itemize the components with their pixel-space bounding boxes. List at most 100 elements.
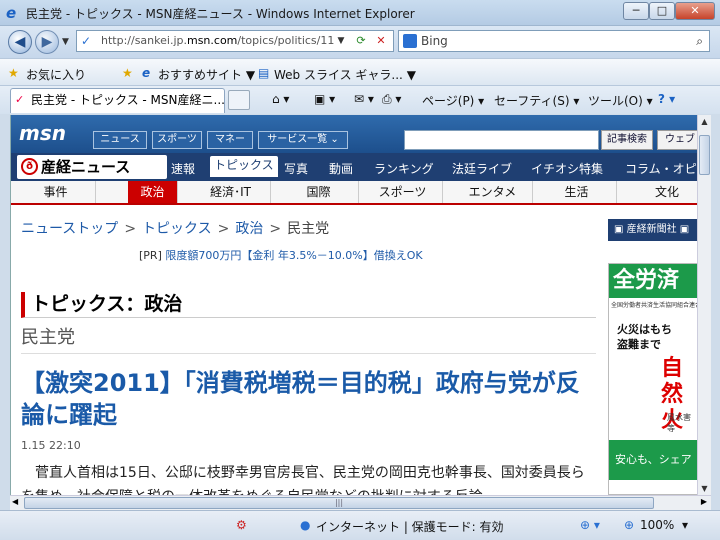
vertical-scroll-thumb[interactable] xyxy=(699,135,710,175)
msn-sports-button[interactable]: スポーツ xyxy=(152,131,202,149)
cat-economy[interactable]: 経済･IT xyxy=(191,181,271,203)
zoom-level[interactable]: 100% xyxy=(640,518,674,532)
msn-services-button[interactable]: サービス一覧 ⌄ xyxy=(258,131,348,149)
cat-politics[interactable]: 政治 xyxy=(128,181,178,203)
horizontal-scroll-thumb[interactable]: ||| xyxy=(24,497,654,509)
side-advertisement[interactable]: 全労済 全国労働者共済生活協同組合連合会 火災はもち盗難まで 自然火 風水害等 … xyxy=(608,263,697,495)
webslice-gallery-button[interactable]: Web スライス ギャラ... ▼ xyxy=(274,66,416,83)
forward-button[interactable]: ▶ xyxy=(35,30,59,54)
security-zone-text[interactable]: インターネット | 保護モード: 有効 xyxy=(316,518,504,535)
favorites-bar: ★ お気に入り ★ e おすすめサイト ▼ ▤ Web スライス ギャラ... … xyxy=(0,58,720,86)
back-button[interactable]: ◀ xyxy=(8,30,32,54)
article-search-button[interactable]: 記事検索 xyxy=(601,130,653,150)
history-dropdown-icon[interactable]: ▼ xyxy=(62,37,69,47)
pr-ad: [PR] 限度額700万円【金利 年3.5%－10.0%】借換えOK xyxy=(139,247,423,263)
scroll-down-icon[interactable]: ▼ xyxy=(698,484,711,493)
compat-icon[interactable]: ⊕ ▾ xyxy=(580,518,600,532)
nav-features[interactable]: イチオシ特集 xyxy=(531,160,603,177)
cat-entertainment[interactable]: エンタメ xyxy=(453,181,533,203)
breadcrumb-news-top[interactable]: ニューストップ xyxy=(21,221,118,237)
tab-label: 民主党 - トピックス - MSN産経ニ... xyxy=(31,93,225,107)
search-box[interactable]: Bing ⌕ xyxy=(398,30,710,52)
title-bar: e 民主党 - トピックス - MSN産経ニュース - Windows Inte… xyxy=(0,0,720,26)
ad-subtitle: 全国労働者共済生活協同組合連合会 xyxy=(611,302,697,309)
mail-button[interactable]: ✉ ▾ xyxy=(354,92,374,106)
sankei-company-link[interactable]: ▣ 産経新聞社 ▣ xyxy=(608,219,697,241)
cat-culture[interactable]: 文化 xyxy=(627,181,697,203)
sankei-mark-icon: ð xyxy=(21,158,38,175)
scroll-up-icon[interactable]: ▲ xyxy=(698,117,711,126)
page-viewport: msn ニュース スポーツ マネー サービス一覧 ⌄ 記事検索 ウェブ ð 産経… xyxy=(10,115,697,495)
breadcrumb-politics[interactable]: 政治 xyxy=(235,221,263,237)
breadcrumb-sep: > xyxy=(269,221,282,237)
cat-crime[interactable]: 事件 xyxy=(16,181,96,203)
pr-tag: [PR] xyxy=(139,249,162,262)
home-button[interactable]: ⌂ ▾ xyxy=(272,92,289,106)
web-search-button[interactable]: ウェブ xyxy=(657,130,697,150)
breadcrumb-sep: > xyxy=(124,221,137,237)
refresh-button[interactable]: ⟳ xyxy=(352,30,370,52)
msn-money-button[interactable]: マネー xyxy=(207,131,253,149)
vertical-scrollbar[interactable]: ▲ ▼ xyxy=(697,115,711,495)
nav-ranking[interactable]: ランキング xyxy=(374,160,434,177)
breadcrumb-sep: > xyxy=(217,221,230,237)
section-title: トピックス：政治 xyxy=(21,292,596,318)
zoom-dropdown-icon[interactable]: ▾ xyxy=(682,518,688,532)
nav-video[interactable]: 動画 xyxy=(329,160,353,177)
ad-caption: 風水害等 xyxy=(667,413,691,433)
article-headline: 【激突2011】「消費税増税＝目的税」政府与党が反論に躍起 xyxy=(21,369,580,429)
internet-zone-icon: ● xyxy=(300,518,311,532)
scroll-right-icon[interactable]: ▶ xyxy=(701,497,707,506)
nav-column[interactable]: コラム・オピニ xyxy=(625,160,697,177)
url-prefix: http://sankei.jp. xyxy=(101,34,187,47)
pr-link[interactable]: 限度額700万円【金利 年3.5%－10.0%】借換えOK xyxy=(165,249,422,262)
msn-logo[interactable]: msn xyxy=(19,121,66,145)
breadcrumb-topics[interactable]: トピックス xyxy=(142,221,212,237)
stop-button[interactable]: ✕ xyxy=(372,30,390,52)
breadcrumb-current: 民主党 xyxy=(287,221,330,237)
msn-news-button[interactable]: ニュース xyxy=(93,131,147,149)
favorites-button[interactable]: お気に入り xyxy=(26,66,86,83)
nav-photos[interactable]: 写真 xyxy=(284,160,308,177)
article-body: 菅直人首相は15日、公邸に枝野幸男官房長官、民主党の岡田克也幹事長、国対委員長ら… xyxy=(21,465,585,495)
feeds-button[interactable]: ▣ ▾ xyxy=(314,92,335,106)
safety-menu[interactable]: セーフティ(S) ▾ xyxy=(494,92,579,109)
window-title: 民主党 - トピックス - MSN産経ニュース - Windows Intern… xyxy=(26,7,415,21)
ad-bottom: 安心も、シェア xyxy=(609,440,697,480)
cat-life[interactable]: 生活 xyxy=(537,181,617,203)
zoom-icon: ⊕ xyxy=(624,518,635,532)
add-favorite-icon[interactable]: ★ xyxy=(122,66,133,80)
sankei-logo-text: 産経ニュース xyxy=(41,158,131,176)
maximize-button[interactable]: □ xyxy=(649,2,675,20)
bing-icon xyxy=(403,34,417,48)
scroll-left-icon[interactable]: ◀ xyxy=(12,497,18,506)
url-path: /topics/politics/11 xyxy=(237,34,335,47)
suggested-sites-button[interactable]: おすすめサイト ▼ xyxy=(158,66,255,83)
article-date: 1.15 22:10 xyxy=(21,439,81,452)
cat-sports[interactable]: スポーツ xyxy=(363,181,443,203)
status-bar: ⚙ ● インターネット | 保護モード: 有効 ⊕ ▾ ⊕ 100% ▾ xyxy=(0,510,720,540)
cat-international[interactable]: 国際 xyxy=(279,181,359,203)
tools-menu[interactable]: ツール(O) ▾ xyxy=(588,92,653,109)
nav-court-live[interactable]: 法廷ライブ xyxy=(452,160,512,177)
ad-brand: 全労済 xyxy=(609,264,697,298)
ad-line: 火災はもち 盗難まで xyxy=(617,323,672,351)
nav-topics[interactable]: トピックス xyxy=(210,156,278,177)
nav-breaking[interactable]: 速報 xyxy=(171,160,195,177)
category-bar: 事件 政治 経済･IT 国際 スポーツ エンタメ 生活 文化 xyxy=(11,181,697,205)
msn-header: msn ニュース スポーツ マネー サービス一覧 ⌄ 記事検索 ウェブ xyxy=(11,115,697,153)
close-button[interactable]: ✕ xyxy=(675,2,715,20)
minimize-button[interactable]: ─ xyxy=(623,2,649,20)
tab-active[interactable]: ✓ 民主党 - トピックス - MSN産経ニ... xyxy=(10,88,225,113)
help-button[interactable]: ? ▾ xyxy=(658,92,675,106)
page-menu[interactable]: ページ(P) ▾ xyxy=(422,92,484,109)
address-dropdown-icon[interactable]: ▼ xyxy=(334,30,348,52)
sankei-logo[interactable]: ð 産経ニュース xyxy=(17,155,167,179)
horizontal-scrollbar[interactable]: ◀ ||| ▶ xyxy=(10,495,711,510)
new-tab-button[interactable] xyxy=(228,90,250,110)
msn-search-input[interactable] xyxy=(404,130,599,150)
search-icon[interactable]: ⌕ xyxy=(696,31,703,51)
popup-blocker-icon[interactable]: ⚙ xyxy=(236,518,247,532)
print-button[interactable]: ⎙ ▾ xyxy=(382,92,401,107)
breadcrumb: ニューストップ > トピックス > 政治 > 民主党 xyxy=(21,218,329,238)
